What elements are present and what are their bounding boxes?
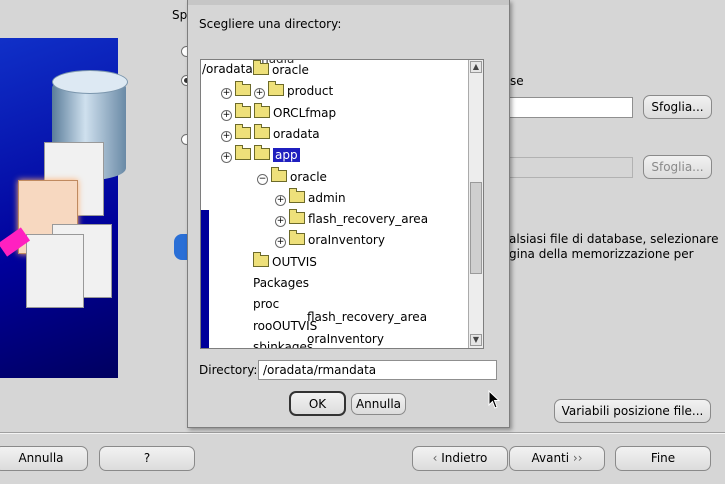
tree-item-label: admin xyxy=(308,190,346,205)
folder-icon xyxy=(235,123,251,139)
tree-item-label: Packages xyxy=(253,276,309,290)
browse-button-2: Sfoglia... xyxy=(643,155,712,179)
directory-input[interactable]: /oradata/rmandata xyxy=(258,360,497,380)
tree-item-oracle[interactable]: − oracle xyxy=(257,166,327,186)
tree-item-label: ORCLfmap xyxy=(273,105,337,120)
expand-icon[interactable]: + xyxy=(221,109,232,121)
tree-item-proc[interactable]: proc xyxy=(253,295,279,313)
dialog-cancel-button[interactable]: Annulla xyxy=(351,393,406,415)
tree-item-oradata[interactable]: ++oradata xyxy=(221,123,320,143)
wizard-illustration xyxy=(0,38,128,378)
chevron-right-icon: ›› xyxy=(569,451,583,465)
scroll-down-icon[interactable]: ▼ xyxy=(470,334,482,346)
document-icon xyxy=(26,234,84,308)
collapse-icon[interactable]: − xyxy=(257,173,268,185)
chevron-left-icon: ‹ xyxy=(432,451,442,465)
folder-icon xyxy=(289,230,305,246)
info-text-line-2: gina della memorizzazione per xyxy=(509,247,694,261)
mouse-cursor-icon xyxy=(488,390,501,409)
folder-icon xyxy=(235,145,251,161)
tree-item-label: oracle xyxy=(290,169,327,184)
tree-item-label: oracle xyxy=(272,63,309,77)
tree-item-product[interactable]: + + product xyxy=(221,81,334,100)
expand-icon[interactable]: + xyxy=(221,88,232,100)
finish-button[interactable]: Fine xyxy=(615,446,711,471)
folder-icon xyxy=(289,209,305,225)
folder-icon xyxy=(235,102,251,118)
location-field-2 xyxy=(505,157,633,178)
folder-icon xyxy=(253,251,269,267)
folder-icon xyxy=(289,187,305,203)
tree-item-oracle[interactable]: oracle xyxy=(253,60,309,79)
back-button[interactable]: ‹ Indietro xyxy=(412,446,508,471)
browse-button-1[interactable]: Sfoglia... xyxy=(643,95,712,119)
expand-icon[interactable]: + xyxy=(275,216,286,228)
choose-directory-dialog: Scegliere una directory: madia /oradata … xyxy=(187,0,510,428)
cancel-button[interactable]: Annulla xyxy=(0,446,88,471)
ghost-row: flash_recovery_area xyxy=(307,310,428,324)
tree-item-flash-recovery-area[interactable]: + flash_recovery_area xyxy=(275,209,429,228)
expand-icon[interactable]: + xyxy=(221,130,232,142)
tree-item-label: proc xyxy=(253,297,280,312)
ghost-row: oraInventory xyxy=(307,332,384,346)
tree-item-app[interactable]: ++app xyxy=(221,145,300,164)
tree-item-label: oraInventory xyxy=(308,233,385,248)
expand-icon[interactable]: + xyxy=(254,88,265,100)
expand-icon[interactable]: + xyxy=(221,152,232,164)
directory-label: Directory: xyxy=(199,363,258,377)
folder-icon xyxy=(271,166,287,182)
tree-item-label: product xyxy=(287,84,334,99)
help-button[interactable]: ? xyxy=(99,446,195,471)
wizard-section-label: Sp xyxy=(172,8,188,22)
tree-item-label: oradata xyxy=(273,126,320,141)
scrollbar-thumb[interactable] xyxy=(470,182,482,274)
dialog-title-bar[interactable] xyxy=(188,0,509,5)
dialog-prompt: Scegliere una directory: xyxy=(199,17,342,31)
location-field-1[interactable] xyxy=(505,97,633,118)
tree-item-packages[interactable]: Packages xyxy=(253,274,309,292)
tree-item-label: flash_recovery_area xyxy=(308,212,429,227)
folder-icon xyxy=(235,81,251,97)
expand-icon[interactable]: + xyxy=(275,194,286,206)
folder-icon xyxy=(268,81,284,97)
folder-icon xyxy=(254,123,270,139)
tree-item-label: sbinkages xyxy=(253,339,314,349)
file-location-variables-button[interactable]: Variabili posizione file... xyxy=(554,399,711,423)
directory-tree[interactable]: madia /oradata oracle++product++ORCLfmap… xyxy=(200,59,484,349)
tree-item-outvis[interactable]: OUTVIS xyxy=(253,251,317,271)
tree-item-label: OUTVIS xyxy=(272,254,317,269)
expand-icon[interactable]: + xyxy=(275,237,286,249)
tree-item-orclfmap[interactable]: ++ORCLfmap xyxy=(221,102,337,122)
folder-icon xyxy=(254,145,270,161)
scroll-up-icon[interactable]: ▲ xyxy=(470,61,482,73)
folder-icon xyxy=(254,102,270,118)
info-text-line-1: alsiasi file di database, selezionare xyxy=(509,232,719,246)
next-button[interactable]: Avanti ›› xyxy=(509,446,605,471)
tree-item-sbinkages[interactable]: sbinkages xyxy=(253,338,314,349)
tree-vertical-scrollbar[interactable]: ▲ ▼ xyxy=(468,60,483,348)
tree-item-orainventory[interactable]: + oraInventory xyxy=(275,230,385,249)
tree-item-admin[interactable]: + admin xyxy=(275,187,346,207)
tree-root-path: /oradata xyxy=(202,62,253,76)
tree-item-label: app xyxy=(273,148,300,163)
folder-icon xyxy=(253,60,269,75)
radio-option-2-label: se xyxy=(510,74,524,88)
ok-button[interactable]: OK xyxy=(289,391,346,416)
